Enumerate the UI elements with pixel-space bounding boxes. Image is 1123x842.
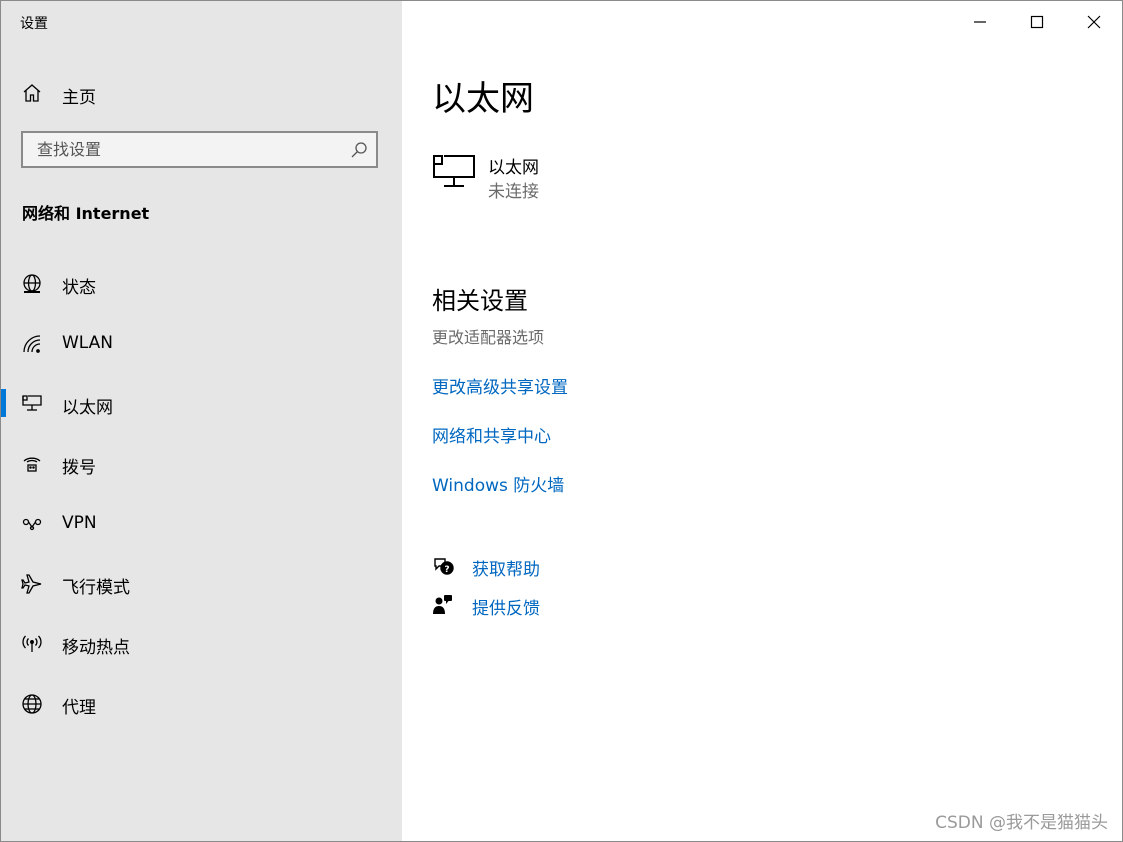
sidebar-item-status[interactable]: 状态 bbox=[1, 253, 402, 313]
close-icon bbox=[1087, 15, 1101, 29]
minimize-icon bbox=[974, 21, 986, 23]
feedback-link[interactable]: 提供反馈 bbox=[432, 594, 732, 622]
sidebar-item-label: WLAN bbox=[62, 333, 114, 353]
sidebar-item-label: 状态 bbox=[62, 278, 96, 298]
network-sharing-center-link[interactable]: 网络和共享中心 bbox=[432, 422, 551, 447]
globe-status-icon bbox=[21, 273, 43, 295]
sidebar-item-hotspot[interactable]: 移动热点 bbox=[1, 613, 402, 673]
sidebar-item-label: 飞行模式 bbox=[62, 578, 130, 598]
sidebar-item-wlan[interactable]: WLAN bbox=[1, 313, 402, 373]
sidebar: 设置 主页 网络和 Internet 状态 bbox=[1, 1, 402, 841]
help-chat-icon: ? bbox=[432, 555, 454, 577]
device-name: 以太网 bbox=[488, 158, 539, 178]
sidebar-item-label: 拨号 bbox=[62, 458, 96, 478]
advanced-sharing-link[interactable]: 更改高级共享设置 bbox=[432, 373, 568, 398]
section-title: 网络和 Internet bbox=[22, 204, 150, 223]
sidebar-item-label: 代理 bbox=[62, 698, 96, 718]
active-indicator bbox=[1, 389, 6, 417]
sidebar-item-airplane[interactable]: 飞行模式 bbox=[1, 553, 402, 613]
ethernet-device-icon bbox=[432, 153, 478, 193]
settings-window: 设置 主页 网络和 Internet 状态 bbox=[0, 0, 1123, 842]
wifi-icon bbox=[21, 333, 43, 355]
search-box[interactable] bbox=[21, 131, 378, 168]
home-label: 主页 bbox=[62, 88, 96, 108]
related-settings-title: 相关设置 bbox=[432, 287, 528, 315]
maximize-button[interactable] bbox=[1009, 1, 1065, 43]
main-content: 以太网 以太网 未连接 相关设置 更改适配器选项 更改高级共享设置 网络和共享中… bbox=[402, 1, 1122, 841]
search-icon[interactable] bbox=[350, 141, 368, 159]
ethernet-device[interactable]: 以太网 未连接 bbox=[432, 153, 732, 203]
close-button[interactable] bbox=[1066, 1, 1122, 43]
home-button[interactable]: 主页 bbox=[1, 73, 402, 113]
device-status: 未连接 bbox=[488, 182, 539, 202]
adapter-options-link[interactable]: 更改适配器选项 bbox=[432, 324, 544, 348]
svg-text:?: ? bbox=[444, 565, 449, 575]
vpn-icon bbox=[21, 513, 43, 535]
sidebar-item-label: VPN bbox=[62, 513, 97, 533]
minimize-button[interactable] bbox=[952, 1, 1008, 43]
dialup-icon bbox=[21, 453, 43, 475]
sidebar-item-label: 移动热点 bbox=[62, 638, 130, 658]
watermark: CSDN @我不是猫猫头 bbox=[935, 813, 1108, 833]
home-icon bbox=[22, 83, 42, 103]
sidebar-nav: 状态 WLAN 以太网 拨号 VPN 飞行模式 移动热点 代理 bbox=[1, 253, 402, 733]
search-input[interactable] bbox=[23, 133, 357, 166]
sidebar-item-vpn[interactable]: VPN bbox=[1, 493, 402, 553]
ethernet-icon bbox=[21, 393, 43, 415]
airplane-icon bbox=[21, 573, 43, 595]
feedback-label: 提供反馈 bbox=[472, 599, 540, 619]
page-title: 以太网 bbox=[432, 79, 534, 119]
hotspot-icon bbox=[21, 633, 43, 655]
windows-firewall-link[interactable]: Windows 防火墙 bbox=[432, 471, 564, 496]
get-help-link[interactable]: ? 获取帮助 bbox=[432, 555, 732, 583]
globe-icon bbox=[21, 693, 43, 715]
get-help-label: 获取帮助 bbox=[472, 560, 540, 580]
sidebar-item-label: 以太网 bbox=[62, 398, 113, 418]
sidebar-item-ethernet[interactable]: 以太网 bbox=[1, 373, 402, 433]
maximize-icon bbox=[1030, 15, 1044, 29]
sidebar-item-proxy[interactable]: 代理 bbox=[1, 673, 402, 733]
feedback-icon bbox=[432, 594, 454, 616]
sidebar-item-dialup[interactable]: 拨号 bbox=[1, 433, 402, 493]
app-title: 设置 bbox=[20, 16, 48, 32]
